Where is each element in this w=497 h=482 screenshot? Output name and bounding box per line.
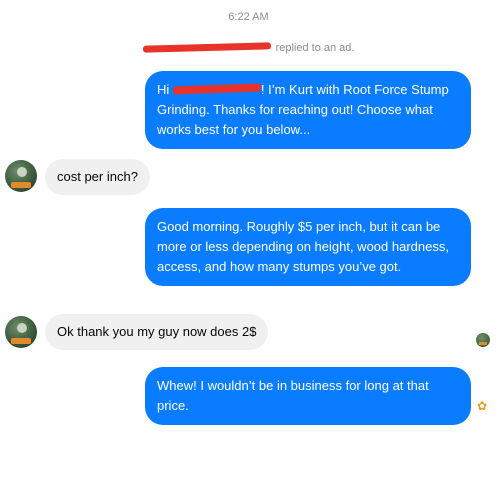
seen-indicator-avatar (476, 333, 490, 347)
greeting-prefix: Hi (157, 82, 173, 97)
incoming-message-text: Ok thank you my guy now does 2$ (57, 324, 257, 339)
message-timestamp: 6:22 AM (228, 11, 269, 23)
redacted-customer-name (172, 83, 262, 95)
outgoing-message[interactable]: Whew! I wouldn’t be in business for long… (145, 367, 471, 425)
system-message-text: replied to an ad. (275, 42, 355, 54)
incoming-message[interactable]: Ok thank you my guy now does 2$ (45, 314, 269, 350)
incoming-message-text: cost per inch? (57, 169, 138, 184)
redacted-username (142, 41, 271, 53)
outgoing-message-greeting[interactable]: Hi ! I’m Kurt with Root Force Stump Grin… (145, 71, 471, 149)
contact-avatar[interactable] (5, 316, 37, 348)
outgoing-message[interactable]: Good morning. Roughly $5 per inch, but i… (145, 208, 471, 286)
system-message: replied to an ad. (0, 41, 497, 54)
contact-avatar[interactable] (5, 160, 37, 192)
sticker-icon: ✿ (477, 399, 488, 413)
incoming-message[interactable]: cost per inch? (45, 159, 150, 195)
outgoing-message-text: Good morning. Roughly $5 per inch, but i… (157, 219, 449, 274)
outgoing-message-text: Whew! I wouldn’t be in business for long… (157, 378, 429, 413)
